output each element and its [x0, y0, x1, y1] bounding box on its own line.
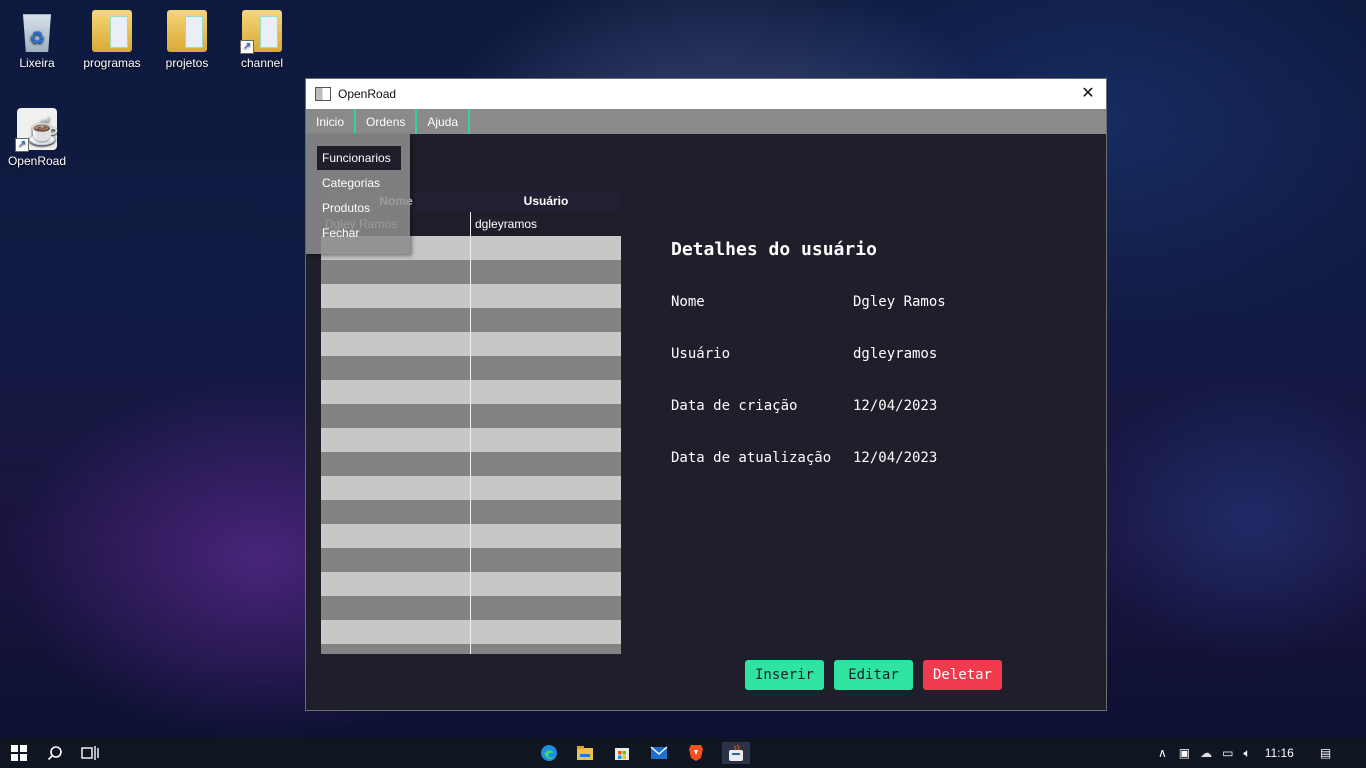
mail-icon[interactable]: [648, 742, 670, 764]
brave-icon[interactable]: [685, 742, 707, 764]
empty-row: [321, 476, 621, 500]
detail-row-data-criacao: Data de criação 12/04/2023: [671, 398, 946, 450]
delete-button[interactable]: Deletar: [923, 660, 1002, 690]
java-cup-icon: ☕: [27, 116, 60, 146]
detail-value: dgleyramos: [853, 346, 938, 362]
detail-row-usuario: Usuário dgleyramos: [671, 346, 946, 398]
volume-icon[interactable]: 🔈︎: [1243, 746, 1250, 761]
show-hidden-icons-chevron-icon[interactable]: ∧: [1158, 746, 1167, 760]
empty-row: [321, 548, 621, 572]
empty-row: [321, 524, 621, 548]
empty-row: [321, 404, 621, 428]
windows-start-icon[interactable]: [8, 742, 30, 764]
desktop-icon-openroad[interactable]: ☕ ↗ OpenRoad: [2, 108, 72, 168]
desktop-icon-lixeira[interactable]: ♻ Lixeira: [2, 10, 72, 70]
recycle-symbol-icon: ♻: [29, 28, 46, 48]
empty-row: [321, 620, 621, 644]
desktop-icon-label: projetos: [165, 56, 209, 70]
desktop-icon-label: OpenRoad: [7, 154, 67, 168]
users-table: Nome Usuário Dgley Ramos dgleyramos: [321, 190, 621, 654]
user-details-panel: Detalhes do usuário Nome Dgley Ramos Usu…: [671, 239, 946, 502]
detail-label: Nome: [671, 294, 705, 310]
desktop-icon-label: programas: [83, 56, 141, 70]
close-button[interactable]: ✕: [1078, 84, 1098, 104]
title-bar[interactable]: OpenRoad ✕: [306, 79, 1106, 109]
menu-item-fechar[interactable]: Fechar: [317, 221, 401, 245]
detail-label: Data de atualização: [671, 450, 832, 466]
empty-row: [321, 284, 621, 308]
empty-row: [321, 452, 621, 476]
empty-row: [321, 572, 621, 596]
shortcut-arrow-icon: ↗: [15, 138, 29, 152]
detail-value: 12/04/2023: [853, 398, 938, 414]
desktop-icon-projetos[interactable]: projetos: [152, 10, 222, 70]
desktop-icon-label: Lixeira: [19, 56, 55, 70]
detail-value: 12/04/2023: [853, 450, 938, 466]
desktop-icon-label: channel: [240, 56, 284, 70]
cell-usuario: dgleyramos: [475, 217, 538, 231]
taskbar: ∧ ▣ ☁ ▭ 🔈︎ 11:16 ▤: [0, 738, 1366, 768]
shortcut-arrow-icon: ↗: [240, 40, 254, 54]
openroad-window: OpenRoad ✕ Inicio Ordens Ajuda Nome Usuá…: [305, 78, 1107, 711]
details-title: Detalhes do usuário: [671, 239, 877, 260]
edge-icon[interactable]: [538, 742, 560, 764]
window-title: OpenRoad: [338, 87, 397, 101]
insert-button[interactable]: Inserir: [745, 660, 824, 690]
menu-item-categorias[interactable]: Categorias: [317, 171, 401, 195]
folder-icon: [92, 10, 132, 52]
clock-time[interactable]: 11:16: [1265, 746, 1294, 760]
empty-row: [321, 596, 621, 620]
detail-value: Dgley Ramos: [853, 294, 946, 310]
notifications-icon[interactable]: ▤: [1320, 746, 1331, 760]
detail-row-nome: Nome Dgley Ramos: [671, 294, 946, 346]
menu-item-produtos[interactable]: Produtos: [317, 196, 401, 220]
menu-bar: Inicio Ordens Ajuda: [306, 109, 1106, 134]
desktop-icon-channel[interactable]: ↗ channel: [227, 10, 297, 70]
inicio-dropdown-menu: Funcionarios Categorias Produtos Fechar: [306, 134, 410, 254]
onedrive-icon[interactable]: ☁: [1200, 746, 1212, 760]
menu-inicio[interactable]: Inicio: [306, 109, 357, 134]
empty-row: [321, 332, 621, 356]
folder-icon: ↗: [240, 10, 282, 54]
empty-row: [321, 308, 621, 332]
column-header-usuario[interactable]: Usuário: [471, 190, 621, 212]
file-explorer-icon[interactable]: [574, 742, 596, 764]
empty-row: [321, 356, 621, 380]
task-view-icon[interactable]: [79, 742, 101, 764]
action-buttons: Inserir Editar Deletar: [745, 660, 1002, 690]
app-window-icon: [315, 87, 331, 101]
meet-now-icon[interactable]: ▣: [1179, 746, 1190, 760]
empty-row: [321, 428, 621, 452]
menu-ordens[interactable]: Ordens: [356, 109, 418, 134]
empty-row: [321, 500, 621, 524]
java-app-icon[interactable]: [722, 742, 750, 764]
system-tray: ∧ ▣ ☁ ▭ 🔈︎ 11:16 ▤: [1158, 738, 1331, 768]
edit-button[interactable]: Editar: [834, 660, 913, 690]
desktop-icon-programas[interactable]: programas: [77, 10, 147, 70]
menu-ajuda[interactable]: Ajuda: [417, 109, 471, 134]
search-icon[interactable]: [44, 742, 66, 764]
store-icon[interactable]: [611, 742, 633, 764]
menu-item-funcionarios[interactable]: Funcionarios: [317, 146, 401, 170]
network-icon[interactable]: ▭: [1222, 746, 1233, 760]
java-icon: ☕ ↗: [15, 108, 60, 152]
folder-icon: [167, 10, 207, 52]
column-divider[interactable]: [470, 212, 471, 654]
detail-label: Data de criação: [671, 398, 798, 414]
detail-label: Usuário: [671, 346, 731, 362]
detail-row-data-atualizacao: Data de atualização 12/04/2023: [671, 450, 946, 502]
empty-row: [321, 260, 621, 284]
empty-row: [321, 380, 621, 404]
